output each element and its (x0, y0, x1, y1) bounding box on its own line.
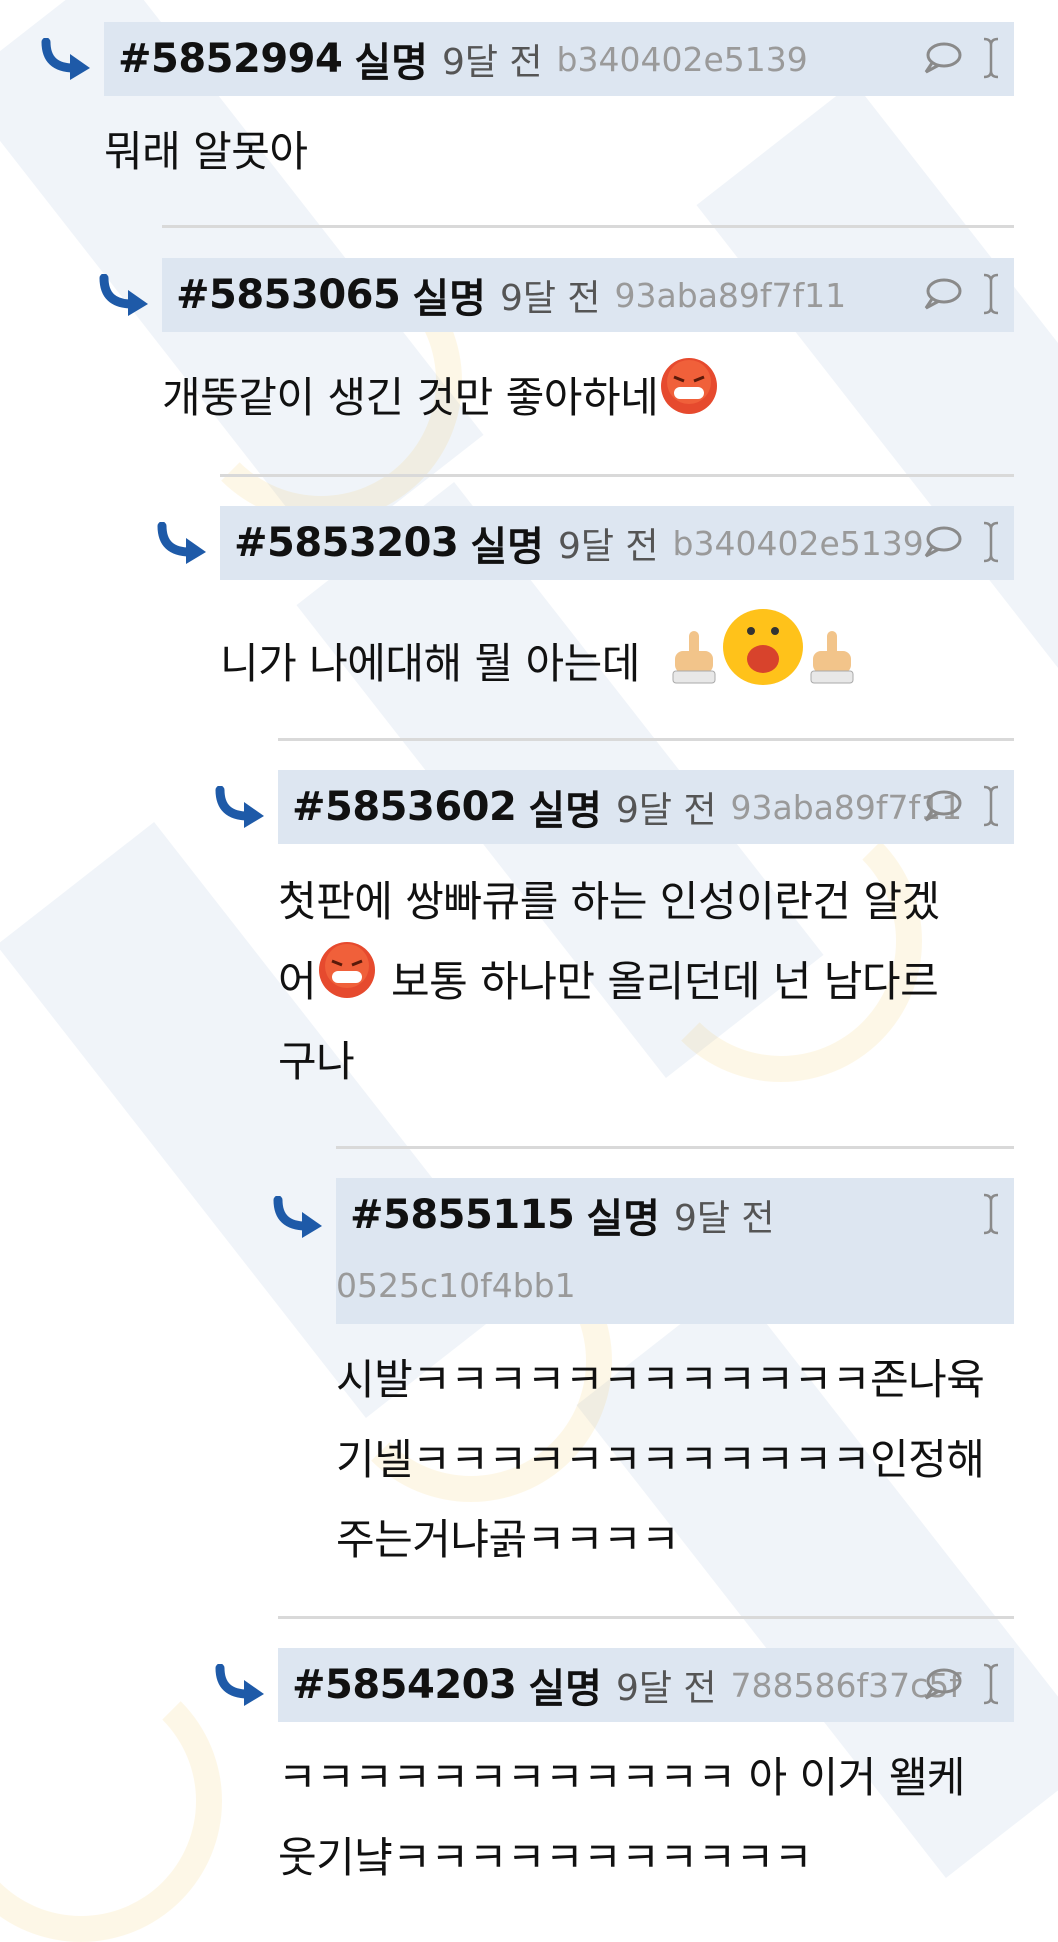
comment-time: 9달 전 (557, 526, 659, 567)
comment-body: ㅋㅋㅋㅋㅋㅋㅋㅋㅋㅋㅋㅋ 아 이거 왤케 웃기냨ㅋㅋㅋㅋㅋㅋㅋㅋㅋㅋㅋ (278, 1738, 1014, 1898)
separator (336, 1146, 1014, 1149)
comment-author: 실명 (528, 1666, 602, 1712)
text-cursor-icon[interactable] (980, 1662, 1002, 1706)
comment-id[interactable]: #5853203 (234, 520, 459, 566)
reply-arrow-icon (41, 38, 90, 80)
comment-text-line: 기넬ㅋㅋㅋㅋㅋㅋㅋㅋㅋㅋㅋㅋ인정해 (336, 1435, 985, 1484)
comment-header: #5854203 실명 9달 전 788586f37c5f (278, 1648, 1014, 1722)
separator (220, 474, 1014, 477)
speech-bubble-icon[interactable] (922, 1666, 962, 1702)
middle-finger-emoji-icon (672, 630, 716, 683)
comment-hash: 93aba89f7f11 (614, 275, 847, 315)
comment-time: 9달 전 (615, 790, 717, 831)
comment-author: 실명 (528, 788, 602, 834)
angry-face-emoji-icon (319, 941, 376, 998)
comment-time: 9달 전 (615, 1668, 717, 1709)
comment-body: 개뚱같이 생긴 것만 좋아하네 (162, 357, 1014, 438)
reply-arrow-icon (215, 1664, 264, 1706)
comment-text-line: 첫판에 쌍빠큐를 하는 인성이란건 알겠 (278, 877, 940, 926)
reply-arrow-icon (215, 786, 264, 828)
separator (162, 225, 1014, 228)
comment-text-fragment: 보통 하나만 올리던데 넌 남다르 (378, 957, 939, 1006)
middle-finger-emoji-icon (810, 630, 854, 683)
comment-actions (922, 36, 1002, 80)
watermark-moon (0, 1660, 222, 1942)
comment-id[interactable]: #5852994 (118, 36, 343, 82)
comment-header: #5853065 실명 9달 전 93aba89f7f11 (162, 258, 1014, 332)
text-cursor-icon[interactable] (980, 520, 1002, 564)
comment-body: 첫판에 쌍빠큐를 하는 인성이란건 알겠 어 보통 하나만 올리던데 넌 남다르… (278, 862, 1014, 1102)
comment-author: 실명 (412, 276, 486, 322)
speech-bubble-icon[interactable] (922, 276, 962, 312)
comment-text: 뭐래 알못아 (104, 127, 308, 176)
comment-header: #5855115 실명 9달 전 0525c10f4bb1 (336, 1178, 1014, 1324)
comment-text: 개뚱같이 생긴 것만 좋아하네 (162, 373, 659, 422)
comment-text-line: 웃기냨ㅋㅋㅋㅋㅋㅋㅋㅋㅋㅋㅋ (278, 1833, 812, 1882)
comment-text-line: 시발ㅋㅋㅋㅋㅋㅋㅋㅋㅋㅋㅋㅋ존나육 (336, 1355, 985, 1404)
comment-actions (922, 520, 1002, 564)
speech-bubble-icon[interactable] (922, 788, 962, 824)
comment-time: 9달 전 (673, 1198, 775, 1239)
angry-face-emoji-icon (661, 357, 718, 414)
comment-text-fragment: 어 (278, 957, 317, 1006)
comment-id[interactable]: #5853065 (176, 272, 401, 318)
comment-time: 9달 전 (499, 278, 601, 319)
comment-hash: b340402e5139 (672, 523, 924, 563)
comment-author: 실명 (586, 1196, 660, 1242)
comment-id[interactable]: #5853602 (292, 784, 517, 830)
comment-actions (922, 784, 1002, 828)
comment-id[interactable]: #5855115 (350, 1192, 575, 1238)
comment-time: 9달 전 (441, 42, 543, 83)
speech-bubble-icon[interactable] (922, 40, 962, 76)
comment-text: 니가 나에대해 뭘 아는데 (220, 639, 640, 688)
comment-body: 시발ㅋㅋㅋㅋㅋㅋㅋㅋㅋㅋㅋㅋ존나육 기넬ㅋㅋㅋㅋㅋㅋㅋㅋㅋㅋㅋㅋ인정해 주는거냐… (336, 1340, 1014, 1580)
reply-arrow-icon (157, 522, 206, 564)
text-cursor-icon[interactable] (980, 1192, 1002, 1236)
separator (278, 738, 1014, 741)
crying-face-emoji-icon (722, 608, 803, 685)
text-cursor-icon[interactable] (980, 784, 1002, 828)
comment-header: #5853203 실명 9달 전 b340402e5139 (220, 506, 1014, 580)
speech-bubble-icon[interactable] (922, 524, 962, 560)
separator (278, 1616, 1014, 1619)
text-cursor-icon[interactable] (980, 36, 1002, 80)
comment-body: 뭐래 알못아 (104, 112, 1014, 192)
comment-text-line: 주는거냐곩ㅋㅋㅋㅋ (336, 1515, 680, 1564)
comment-hash: b340402e5139 (556, 39, 808, 79)
comment-text-line: 어 보통 하나만 올리던데 넌 남다르 (278, 941, 1014, 1022)
comment-text-line: ㅋㅋㅋㅋㅋㅋㅋㅋㅋㅋㅋㅋ 아 이거 왤케 (278, 1753, 965, 1802)
comment-header: #5852994 실명 9달 전 b340402e5139 (104, 22, 1014, 96)
comment-author: 실명 (470, 524, 544, 570)
comment-header: #5853602 실명 9달 전 93aba89f7f11 (278, 770, 1014, 844)
reply-arrow-icon (273, 1196, 322, 1238)
text-cursor-icon[interactable] (980, 272, 1002, 316)
comment-actions (922, 1662, 1002, 1706)
comment-author: 실명 (354, 40, 428, 86)
comment-hash: 0525c10f4bb1 (336, 1266, 576, 1305)
comment-text-line: 구나 (278, 1037, 355, 1086)
comment-actions (922, 272, 1002, 316)
reply-arrow-icon (99, 274, 148, 316)
comment-actions (980, 1192, 1002, 1236)
comment-id[interactable]: #5854203 (292, 1662, 517, 1708)
comment-body: 니가 나에대해 뭘 아는데 (220, 608, 1014, 704)
